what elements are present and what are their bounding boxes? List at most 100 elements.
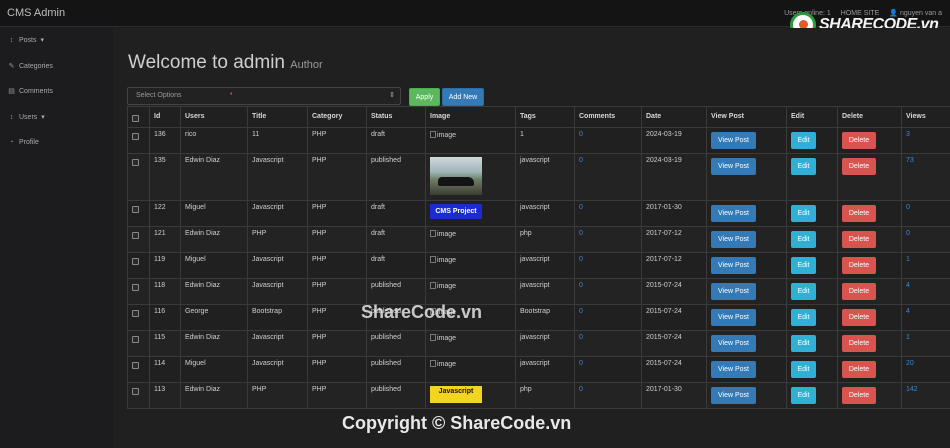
- cell-user: Miguel: [180, 200, 248, 227]
- cell-view-post: View Post: [706, 226, 787, 253]
- main-content: Welcome to admin Author Select Options •…: [113, 28, 950, 448]
- comments-count-link[interactable]: 0: [579, 334, 583, 341]
- edit-button[interactable]: Edit: [791, 257, 816, 274]
- row-checkbox[interactable]: [132, 336, 139, 343]
- apply-button[interactable]: Apply: [409, 88, 440, 106]
- views-count-link[interactable]: 1: [906, 256, 910, 263]
- row-checkbox[interactable]: [132, 206, 139, 213]
- view-post-button[interactable]: View Post: [711, 257, 756, 274]
- delete-button[interactable]: Delete: [842, 158, 876, 175]
- edit-button[interactable]: Edit: [791, 132, 816, 149]
- view-post-button[interactable]: View Post: [711, 158, 756, 175]
- cell-category: PHP: [307, 382, 367, 409]
- row-checkbox[interactable]: [132, 388, 139, 395]
- row-checkbox[interactable]: [132, 133, 139, 140]
- delete-button[interactable]: Delete: [842, 309, 876, 326]
- comments-count-link[interactable]: 0: [579, 360, 583, 367]
- delete-button[interactable]: Delete: [842, 257, 876, 274]
- views-count-link[interactable]: 142: [906, 386, 918, 393]
- delete-button[interactable]: Delete: [842, 205, 876, 222]
- view-post-button[interactable]: View Post: [711, 361, 756, 378]
- views-count-link[interactable]: 4: [906, 308, 910, 315]
- views-count-link[interactable]: 73: [906, 157, 914, 164]
- edit-button[interactable]: Edit: [791, 205, 816, 222]
- delete-button[interactable]: Delete: [842, 132, 876, 149]
- row-checkbox[interactable]: [132, 159, 139, 166]
- views-count-link[interactable]: 3: [906, 131, 910, 138]
- row-checkbox[interactable]: [132, 362, 139, 369]
- comments-count-link[interactable]: 0: [579, 157, 583, 164]
- view-post-button[interactable]: View Post: [711, 132, 756, 149]
- row-checkbox[interactable]: [132, 232, 139, 239]
- cell-view-post: View Post: [706, 356, 787, 383]
- delete-button[interactable]: Delete: [842, 335, 876, 352]
- edit-button[interactable]: Edit: [791, 387, 816, 404]
- cell-image: image: [425, 127, 516, 154]
- cell-category: PHP: [307, 330, 367, 357]
- delete-button[interactable]: Delete: [842, 387, 876, 404]
- view-post-button[interactable]: View Post: [711, 283, 756, 300]
- column-header: Delete: [837, 106, 902, 128]
- edit-button[interactable]: Edit: [791, 283, 816, 300]
- required-dot-icon: •: [230, 91, 233, 98]
- view-post-button[interactable]: View Post: [711, 335, 756, 352]
- views-count-link[interactable]: 1: [906, 334, 910, 341]
- view-post-button[interactable]: View Post: [711, 387, 756, 404]
- delete-button[interactable]: Delete: [842, 231, 876, 248]
- view-post-button[interactable]: View Post: [711, 231, 756, 248]
- cell-user: Edwin Diaz: [180, 278, 248, 305]
- table-row: 115 Edwin Diaz Javascript PHP published image…: [127, 330, 950, 357]
- sidebar-item-profile[interactable]: ◔ Profile: [8, 139, 38, 146]
- row-checkbox[interactable]: [132, 258, 139, 265]
- column-header: Category: [307, 106, 367, 128]
- view-post-button[interactable]: View Post: [711, 309, 756, 326]
- views-count-link[interactable]: 0: [906, 230, 910, 237]
- cell-status: draft: [366, 127, 426, 154]
- broken-image-alt: image: [430, 335, 456, 342]
- row-checkbox[interactable]: [132, 310, 139, 317]
- cell-date: 2015-07-24: [641, 330, 707, 357]
- comments-count-link[interactable]: 0: [579, 131, 583, 138]
- watermark-middle: ShareCode.vn: [361, 302, 483, 322]
- comments-count-link[interactable]: 0: [579, 282, 583, 289]
- add-new-button[interactable]: Add New: [442, 88, 484, 106]
- arrows-v-icon: ↕: [9, 36, 14, 44]
- edit-button[interactable]: Edit: [791, 335, 816, 352]
- views-count-link[interactable]: 4: [906, 282, 910, 289]
- sidebar-item-posts[interactable]: ↕ Posts ▾: [8, 36, 44, 45]
- cell-user: George: [180, 304, 248, 331]
- delete-button[interactable]: Delete: [842, 361, 876, 378]
- edit-button[interactable]: Edit: [791, 309, 816, 326]
- edit-button[interactable]: Edit: [791, 231, 816, 248]
- view-post-button[interactable]: View Post: [711, 205, 756, 222]
- table-row: 119 Miguel Javascript PHP draft image javascri…: [127, 252, 950, 279]
- sidebar-item-categories[interactable]: ✎ Categories: [8, 62, 53, 71]
- cell-id: 116: [149, 304, 181, 331]
- sidebar-item-users[interactable]: ↕ Users ▾: [8, 113, 45, 122]
- views-count-link[interactable]: 0: [906, 204, 910, 211]
- cell-tags: php: [515, 382, 575, 409]
- edit-button[interactable]: Edit: [791, 158, 816, 175]
- delete-button[interactable]: Delete: [842, 283, 876, 300]
- sidebar-item-comments[interactable]: ▤ Comments: [8, 87, 53, 96]
- cell-view-post: View Post: [706, 153, 787, 201]
- row-select-cell: [127, 356, 150, 383]
- cell-image: image: [425, 252, 516, 279]
- cell-status: published: [366, 153, 426, 201]
- views-count-link[interactable]: 20: [906, 360, 914, 367]
- select-all-checkbox[interactable]: [132, 115, 139, 122]
- comments-count-link[interactable]: 0: [579, 386, 583, 393]
- cell-tags: javascript: [515, 252, 575, 279]
- cell-id: 114: [149, 356, 181, 383]
- comments-count-link[interactable]: 0: [579, 204, 583, 211]
- edit-button[interactable]: Edit: [791, 361, 816, 378]
- row-checkbox[interactable]: [132, 284, 139, 291]
- cell-edit: Edit: [786, 382, 838, 409]
- comments-count-link[interactable]: 0: [579, 308, 583, 315]
- comments-count-link[interactable]: 0: [579, 230, 583, 237]
- cell-date: 2017-07-12: [641, 226, 707, 253]
- bulk-options-select[interactable]: Select Options • ⇕: [127, 87, 401, 105]
- comments-count-link[interactable]: 0: [579, 256, 583, 263]
- brand-link[interactable]: CMS Admin: [7, 7, 65, 19]
- cell-comments: 0: [574, 304, 642, 331]
